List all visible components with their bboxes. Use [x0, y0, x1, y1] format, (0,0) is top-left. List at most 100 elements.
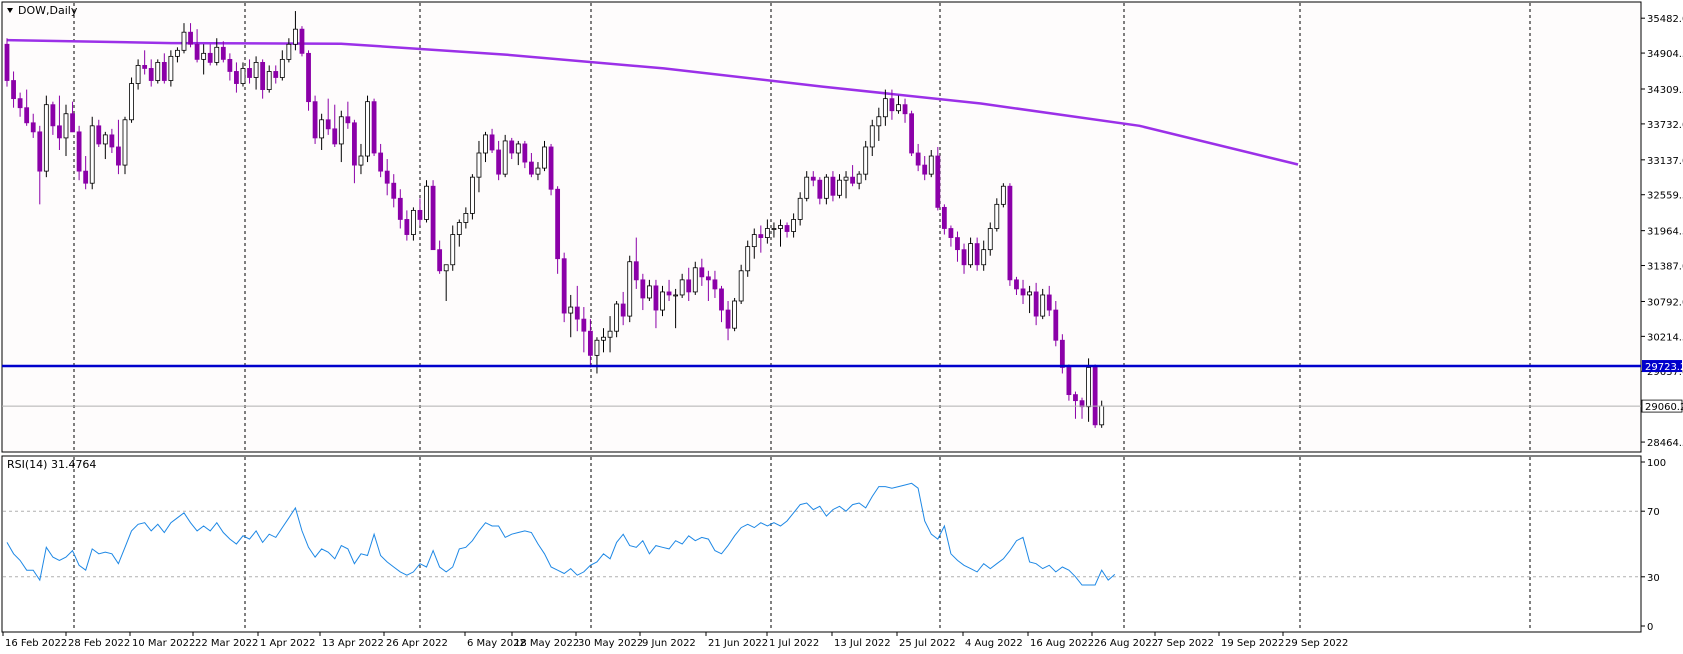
candle-body	[751, 234, 757, 248]
candle-body	[797, 197, 803, 220]
candle-body	[574, 306, 580, 320]
candle-body	[876, 116, 882, 127]
candle-body	[378, 152, 384, 172]
candle-body	[941, 206, 947, 229]
candle-body	[771, 228, 777, 230]
time-tick-label: 29 Sep 2022	[1285, 638, 1348, 649]
candle-body	[279, 58, 285, 78]
candle-body	[116, 146, 121, 166]
candle-body	[922, 164, 928, 175]
candle-body	[352, 122, 357, 166]
candle-body	[791, 219, 796, 232]
candle-body	[161, 62, 167, 81]
candle	[1007, 183, 1013, 286]
candle-body	[561, 258, 567, 314]
candle-body	[1014, 279, 1019, 290]
candle-body	[96, 125, 102, 145]
candle-body	[764, 228, 770, 238]
candle-body	[240, 68, 246, 84]
candle-body	[863, 146, 869, 175]
price-tick-label: 32559.5	[1647, 191, 1683, 202]
candle-body	[948, 228, 954, 238]
candle-body	[738, 270, 744, 302]
candle-body	[207, 52, 213, 63]
candle-body	[1053, 309, 1059, 341]
price-tick-label: 31387.0	[1647, 262, 1683, 273]
candle-body	[915, 152, 921, 166]
candle-body	[640, 279, 646, 299]
candle-body	[89, 125, 95, 184]
candle-body	[935, 155, 941, 208]
symbol-header[interactable]: DOW,Daily	[7, 4, 78, 17]
candle-body	[63, 113, 69, 139]
candle-body	[175, 49, 180, 57]
candle-body	[823, 176, 829, 199]
candle-body	[614, 303, 620, 332]
candle-body	[882, 98, 888, 118]
candle-body	[555, 188, 561, 260]
price-tick-label: 35482.0	[1647, 14, 1683, 25]
candle-body	[666, 291, 672, 296]
candle-body	[456, 222, 462, 235]
price-panel[interactable]: 35482.0 34904.5 34309.5 33732.0 33137.0 32559…	[1, 1, 1683, 453]
candle-body	[810, 176, 816, 181]
candle	[1000, 183, 1006, 208]
candle-body	[692, 267, 698, 293]
time-tick-label: 21 Jun 2022	[708, 638, 768, 649]
candle-body	[430, 185, 436, 251]
candle-body	[594, 339, 600, 356]
candle-body	[30, 122, 36, 133]
candle-body	[1007, 185, 1013, 281]
rsi-indicator-label: RSI(14) 31.4764	[7, 458, 96, 471]
candle-body	[70, 113, 75, 133]
candle-body	[345, 116, 351, 124]
price-tick-label: 33732.0	[1647, 120, 1683, 131]
candle-body	[11, 80, 16, 100]
candle	[470, 174, 475, 220]
candle-body	[1066, 367, 1072, 396]
candle-body	[627, 261, 633, 317]
candle-body	[470, 176, 475, 214]
candle-body	[1086, 367, 1091, 408]
candle-body	[1033, 291, 1039, 317]
candle-body	[253, 62, 259, 78]
candle-body	[135, 65, 141, 84]
candle-body	[909, 113, 914, 154]
candle-body	[319, 119, 325, 139]
candle-body	[968, 243, 973, 266]
candle-body	[719, 288, 724, 311]
time-tick-label: 26 Apr 2022	[386, 638, 448, 649]
candle-body	[17, 98, 23, 109]
candle-body	[581, 318, 587, 332]
chart-canvas: 35482.0 34904.5 34309.5 33732.0 33137.0 32559…	[0, 0, 1683, 654]
candle-body	[928, 155, 934, 175]
candle-body	[784, 225, 790, 232]
price-tick-label: 34904.5	[1647, 49, 1683, 60]
candle	[732, 297, 738, 332]
candle-body	[37, 131, 43, 172]
price-tick-label: 28464.5	[1647, 438, 1683, 449]
candle	[1092, 364, 1098, 428]
candle-body	[220, 46, 226, 60]
candle-body	[411, 209, 416, 235]
candle-body	[1073, 394, 1078, 402]
candle-body	[725, 309, 731, 329]
candle-body	[201, 52, 207, 60]
candle-body	[483, 134, 488, 154]
candle-body	[705, 276, 711, 281]
candle-body	[325, 119, 331, 130]
candle-body	[1046, 294, 1052, 311]
candle-body	[463, 213, 469, 223]
candle-body	[102, 134, 108, 145]
candle-body	[896, 104, 901, 112]
candle-body	[188, 31, 193, 45]
candle-body	[699, 267, 705, 278]
candle-body	[57, 125, 62, 139]
time-tick-label: 19 Sep 2022	[1221, 638, 1284, 649]
candle-body	[987, 228, 993, 251]
chart-window: 35482.0 34904.5 34309.5 33732.0 33137.0 32559…	[0, 0, 1683, 654]
candle-body	[587, 330, 593, 356]
candle-body	[981, 249, 987, 266]
time-tick-label: 16 Aug 2022	[1030, 638, 1094, 649]
rsi-panel[interactable]: 100 70 30 0 RSI(14) 31.4764	[1, 455, 1666, 633]
